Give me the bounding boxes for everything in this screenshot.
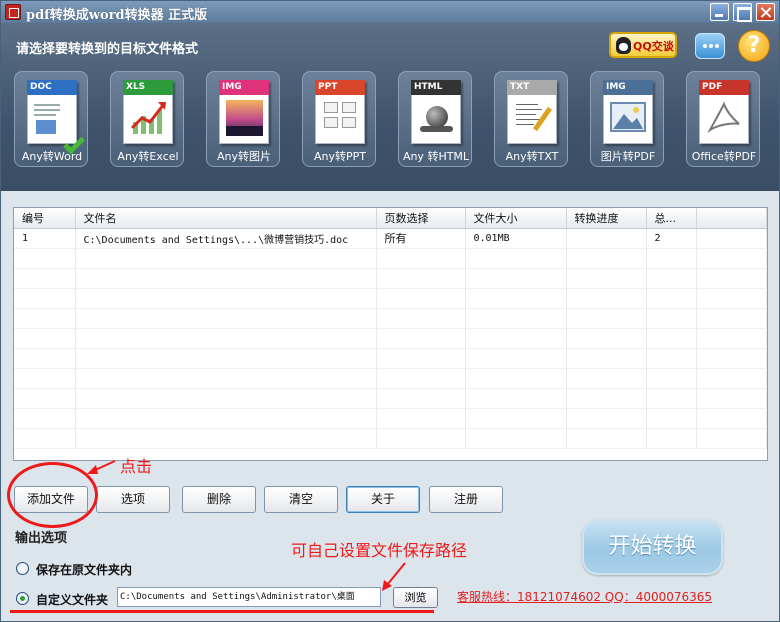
app-window: pdf转换成word转换器 正式版 请选择要转换到的目标文件格式 QQ交谈 ? … xyxy=(0,0,780,622)
annotation-arrows xyxy=(87,460,406,591)
